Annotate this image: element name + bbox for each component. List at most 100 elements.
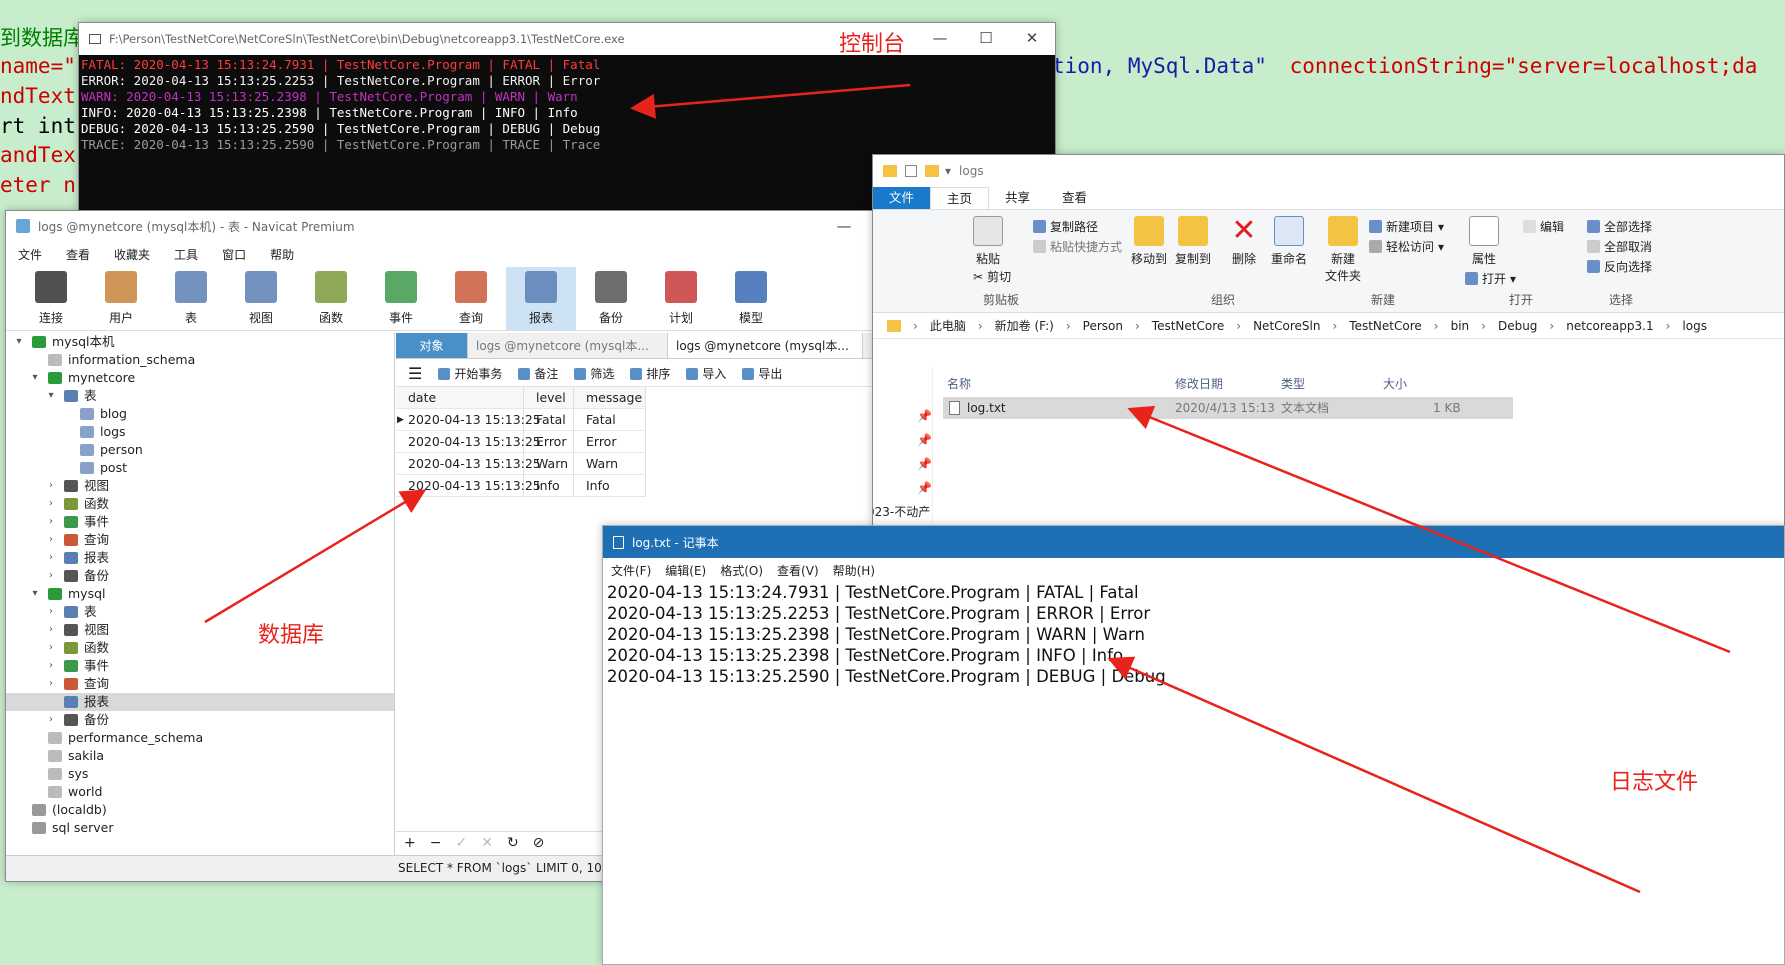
breadcrumb-item[interactable]: TestNetCore: [1349, 319, 1421, 333]
copy-path-button[interactable]: 复制路径: [1033, 218, 1098, 235]
table-cell[interactable]: Fatal: [574, 409, 646, 430]
tree-item[interactable]: › 查询: [6, 531, 394, 549]
select-none-button[interactable]: 全部取消: [1587, 238, 1652, 255]
breadcrumb-item[interactable]: bin: [1451, 319, 1470, 333]
tree-item[interactable]: › 备份: [6, 711, 394, 729]
grid-tool-button[interactable]: 导入: [686, 365, 726, 382]
data-grid[interactable]: date level message 2020-04-13 15:13:25 ▶ Fata…: [396, 387, 646, 497]
tree-item[interactable]: 报表: [6, 693, 394, 711]
ribbon-tab[interactable]: 共享: [989, 187, 1046, 209]
breadcrumb-item[interactable]: NetCoreSln: [1253, 319, 1320, 333]
breadcrumb-separator-icon[interactable]: ›: [978, 319, 983, 333]
breadcrumb-separator-icon[interactable]: ›: [1549, 319, 1554, 333]
grid-tool-button[interactable]: 导出: [742, 365, 782, 382]
menu-item[interactable]: 窗口: [210, 246, 258, 263]
expand-icon[interactable]: ▾: [30, 585, 40, 603]
notepad-menu-item[interactable]: 文件(F): [603, 562, 657, 579]
address-bar[interactable]: › 此电脑 › 新加卷 (F:) › Person › TestNetCore › NetCore…: [873, 313, 1784, 339]
add-record-icon[interactable]: +: [404, 835, 416, 851]
tab-objects[interactable]: 对象: [396, 333, 468, 358]
menu-item[interactable]: 查看: [54, 246, 102, 263]
discard-icon[interactable]: ✕: [481, 835, 493, 851]
column-header[interactable]: message: [574, 387, 646, 408]
tree-item[interactable]: ▾ mynetcore: [6, 369, 394, 387]
breadcrumb-separator-icon[interactable]: ›: [1135, 319, 1140, 333]
tree-item[interactable]: logs: [6, 423, 394, 441]
notepad-menu-item[interactable]: 编辑(E): [657, 562, 712, 579]
expand-icon[interactable]: ›: [46, 567, 56, 585]
breadcrumb-separator-icon[interactable]: ›: [1066, 319, 1071, 333]
expand-icon[interactable]: ›: [46, 495, 56, 513]
properties-button[interactable]: 属性: [1469, 216, 1499, 267]
ribbon-tab[interactable]: 查看: [1046, 187, 1103, 209]
delete-record-icon[interactable]: −: [430, 835, 442, 851]
tree-item[interactable]: blog: [6, 405, 394, 423]
qat-dropdown-icon[interactable]: ▾: [945, 164, 951, 178]
pin-icon[interactable]: 📌: [917, 481, 932, 495]
table-cell[interactable]: Warn: [524, 453, 574, 474]
paste-button[interactable]: 粘贴: [973, 216, 1003, 267]
nav-item[interactable]: 023-不动产: [873, 503, 930, 520]
pin-icon[interactable]: 📌: [917, 433, 932, 447]
open-button[interactable]: 打开 ▾: [1465, 270, 1516, 287]
tab-logs-2[interactable]: logs @mynetcore (mysql本...: [668, 333, 863, 358]
rename-button[interactable]: 重命名: [1271, 216, 1307, 267]
column-date[interactable]: 修改日期: [1175, 375, 1223, 392]
refresh-icon[interactable]: ↻: [507, 835, 519, 851]
minimize-icon[interactable]: —: [917, 23, 963, 53]
select-all-button[interactable]: 全部选择: [1587, 218, 1652, 235]
file-row[interactable]: log.txt 2020/4/13 15:13 文本文档 1 KB: [943, 397, 1513, 419]
notepad-titlebar[interactable]: log.txt - 记事本: [603, 526, 1784, 558]
menu-icon[interactable]: ☰: [408, 364, 422, 383]
breadcrumb-item[interactable]: 此电脑: [930, 317, 966, 334]
expand-icon[interactable]: ▾: [46, 387, 56, 405]
tree-item[interactable]: sql server: [6, 819, 394, 837]
expand-icon[interactable]: ›: [46, 513, 56, 531]
breadcrumb-item[interactable]: Debug: [1498, 319, 1537, 333]
easy-access-button[interactable]: 轻松访问 ▾: [1369, 238, 1444, 255]
tree-item[interactable]: ▾ mysql: [6, 585, 394, 603]
new-item-button[interactable]: 新建项目 ▾: [1369, 218, 1444, 235]
breadcrumb-separator-icon[interactable]: ›: [1481, 319, 1486, 333]
breadcrumb-item[interactable]: netcoreapp3.1: [1566, 319, 1653, 333]
notepad-menu-item[interactable]: 查看(V): [769, 562, 825, 579]
explorer-window[interactable]: ▾ logs 文件 主页 共享 查看 粘贴 复制路径 粘贴快捷方式 ✂ 剪切 剪贴板 移…: [872, 154, 1785, 534]
tree-item[interactable]: › 备份: [6, 567, 394, 585]
expand-icon[interactable]: ›: [46, 657, 56, 675]
tree-item[interactable]: (localdb): [6, 801, 394, 819]
breadcrumb-item[interactable]: 新加卷 (F:): [995, 317, 1054, 334]
maximize-icon[interactable]: ☐: [963, 23, 1009, 53]
ribbon-tab[interactable]: 主页: [930, 186, 990, 210]
breadcrumb-item[interactable]: logs: [1682, 319, 1707, 333]
table-row[interactable]: 2020-04-13 15:13:25 Info Info: [396, 475, 646, 497]
breadcrumb-separator-icon[interactable]: ›: [1236, 319, 1241, 333]
move-to-button[interactable]: 移动到: [1131, 216, 1167, 267]
console-titlebar[interactable]: F:\Person\TestNetCore\NetCoreSln\TestNet…: [79, 23, 1055, 57]
tree-item[interactable]: world: [6, 783, 394, 801]
expand-icon[interactable]: ›: [46, 639, 56, 657]
table-cell[interactable]: 2020-04-13 15:13:25 ▶: [396, 409, 541, 430]
tree-item[interactable]: › 事件: [6, 657, 394, 675]
expand-icon[interactable]: ›: [46, 477, 56, 495]
column-name[interactable]: 名称: [947, 375, 971, 392]
toolbar-button-6[interactable]: 查询: [436, 267, 506, 330]
grid-tool-button[interactable]: 开始事务: [438, 365, 502, 382]
grid-tool-button[interactable]: 备注: [518, 365, 558, 382]
table-cell[interactable]: Error: [524, 431, 574, 452]
breadcrumb-separator-icon[interactable]: ›: [1666, 319, 1671, 333]
grid-tool-button[interactable]: 筛选: [574, 365, 614, 382]
table-row[interactable]: 2020-04-13 15:13:25 Warn Warn: [396, 453, 646, 475]
navicat-titlebar[interactable]: logs @mynetcore (mysql本机) - 表 - Navicat …: [6, 211, 959, 241]
notepad-text-area[interactable]: 2020-04-13 15:13:24.7931 | TestNetCore.P…: [603, 582, 1784, 687]
menu-item[interactable]: 帮助: [258, 246, 306, 263]
expand-icon[interactable]: ›: [46, 675, 56, 693]
pin-icon[interactable]: 📌: [917, 457, 932, 471]
toolbar-button-5[interactable]: 事件: [366, 267, 436, 330]
cut-button[interactable]: ✂ 剪切: [973, 268, 1011, 285]
menu-item[interactable]: 工具: [162, 246, 210, 263]
invert-selection-button[interactable]: 反向选择: [1587, 258, 1652, 275]
breadcrumb-separator-icon[interactable]: ›: [1332, 319, 1337, 333]
table-row[interactable]: 2020-04-13 15:13:25 Error Error: [396, 431, 646, 453]
close-icon[interactable]: ✕: [1009, 23, 1055, 53]
explorer-titlebar[interactable]: ▾ logs: [873, 155, 1784, 187]
